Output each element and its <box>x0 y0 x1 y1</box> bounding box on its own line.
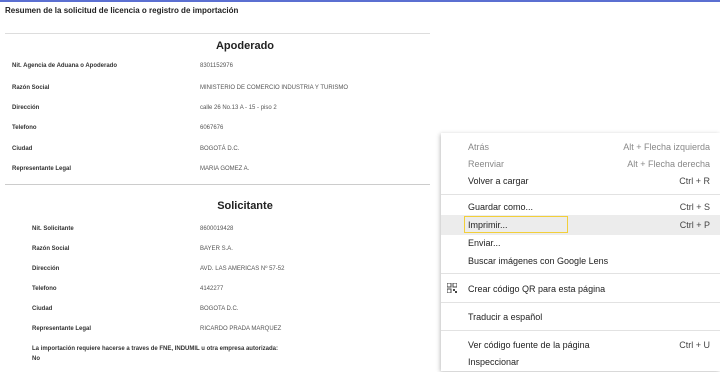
menu-item-label: Atrás <box>468 142 490 152</box>
section-divider <box>5 33 430 34</box>
top-border <box>0 0 720 2</box>
row-label: Telefono <box>32 286 57 292</box>
menu-separator <box>441 273 720 274</box>
menu-item-shortcut: Ctrl + R <box>679 176 710 186</box>
menu-item-label: Guardar como... <box>468 202 534 212</box>
apoderado-row-nit: Nit. Agencia de Aduana o Apoderado 83011… <box>0 63 440 75</box>
solicitante-row-direccion: Dirección AVD. LAS AMERICAS Nº 57-52 <box>0 266 440 278</box>
solicitante-row-nit: Nit. Solicitante 8600019428 <box>0 226 440 238</box>
row-label: Telefono <box>12 125 37 131</box>
menu-separator <box>441 194 720 195</box>
row-label: Razón Social <box>32 246 70 252</box>
row-value: RICARDO PRADA MARQUEZ <box>200 326 282 332</box>
qr-code-icon <box>446 282 458 294</box>
row-label: Representante Legal <box>12 166 72 172</box>
menu-item-label: Ver código fuente de la página <box>468 340 590 350</box>
apoderado-row-ciudad: Ciudad BOGOTÁ D.C. <box>0 146 440 158</box>
menu-item-volver-a-cargar[interactable]: Volver a cargar Ctrl + R <box>441 171 720 191</box>
menu-item-inspeccionar[interactable]: Inspeccionar <box>441 352 720 372</box>
menu-item-label: Crear código QR para esta página <box>468 284 606 294</box>
row-value: BOGOTÁ D.C. <box>200 146 240 152</box>
row-label: Nit. Solicitante <box>32 226 74 232</box>
row-value: AVD. LAS AMERICAS Nº 57-52 <box>200 266 285 272</box>
menu-item-crear-codigo-qr[interactable]: Crear código QR para esta página <box>441 279 720 299</box>
row-value: 6067676 <box>200 125 224 131</box>
row-label: Dirección <box>32 266 60 272</box>
apoderado-row-representante: Representante Legal MARIA GOMEZ A. <box>0 166 440 178</box>
row-label: Representante Legal <box>32 326 92 332</box>
menu-item-enviar[interactable]: Enviar... <box>441 233 720 253</box>
menu-item-label: Volver a cargar <box>468 176 529 186</box>
importacion-note-answer: No <box>32 356 40 362</box>
solicitante-row-razon-social: Razón Social BAYER S.A. <box>0 246 440 258</box>
row-label: Ciudad <box>12 146 33 152</box>
row-value: BOGOTA D.C. <box>200 306 239 312</box>
apoderado-row-razon-social: Razón Social MINISTERIO DE COMERCIO INDU… <box>0 85 440 97</box>
row-label: Dirección <box>12 105 40 111</box>
menu-item-label: Inspeccionar <box>468 357 520 367</box>
row-value: calle 26 No.13 A - 15 - piso 2 <box>200 105 277 111</box>
row-value: MINISTERIO DE COMERCIO INDUSTRIA Y TURIS… <box>200 85 349 91</box>
menu-item-shortcut: Ctrl + P <box>679 220 710 230</box>
menu-item-label: Reenviar <box>468 159 505 169</box>
menu-separator <box>441 330 720 331</box>
row-value: 4142277 <box>200 286 224 292</box>
menu-item-label: Enviar... <box>468 238 501 248</box>
section-divider <box>5 184 430 185</box>
menu-item-shortcut: Ctrl + S <box>679 202 710 212</box>
solicitante-row-telefono: Telefono 4142277 <box>0 286 440 298</box>
solicitante-row-ciudad: Ciudad BOGOTA D.C. <box>0 306 440 318</box>
apoderado-row-direccion: Dirección calle 26 No.13 A - 15 - piso 2 <box>0 105 440 117</box>
menu-item-shortcut: Ctrl + U <box>679 340 710 350</box>
menu-item-google-lens[interactable]: Buscar imágenes con Google Lens <box>441 251 720 271</box>
menu-item-label: Traducir a español <box>468 312 543 322</box>
menu-item-shortcut: Alt + Flecha derecha <box>627 159 710 169</box>
menu-item-guardar-como[interactable]: Guardar como... Ctrl + S <box>441 197 720 217</box>
row-value: MARIA GOMEZ A. <box>200 166 250 172</box>
apoderado-row-telefono: Telefono 6067676 <box>0 125 440 137</box>
imprimir-highlight-box <box>464 216 568 233</box>
solicitante-row-representante: Representante Legal RICARDO PRADA MARQUE… <box>0 326 440 338</box>
row-label: Ciudad <box>32 306 53 312</box>
row-value: 8600019428 <box>200 226 234 232</box>
row-value: BAYER S.A. <box>200 246 233 252</box>
row-label: Razón Social <box>12 85 50 91</box>
menu-item-traducir[interactable]: Traducir a español <box>441 307 720 327</box>
solicitante-heading: Solicitante <box>217 200 273 212</box>
row-value: 8301152976 <box>200 63 233 69</box>
page-title: Resumen de la solicitud de licencia o re… <box>5 6 239 15</box>
apoderado-heading: Apoderado <box>215 40 275 52</box>
row-label: Nit. Agencia de Aduana o Apoderado <box>12 63 118 69</box>
context-menu: Atrás Alt + Flecha izquierda Reenviar Al… <box>441 133 720 371</box>
menu-item-label: Buscar imágenes con Google Lens <box>468 256 609 266</box>
importacion-note-question: La importación requiere hacerse a traves… <box>32 346 278 352</box>
menu-item-shortcut: Alt + Flecha izquierda <box>623 142 710 152</box>
menu-separator <box>441 302 720 303</box>
